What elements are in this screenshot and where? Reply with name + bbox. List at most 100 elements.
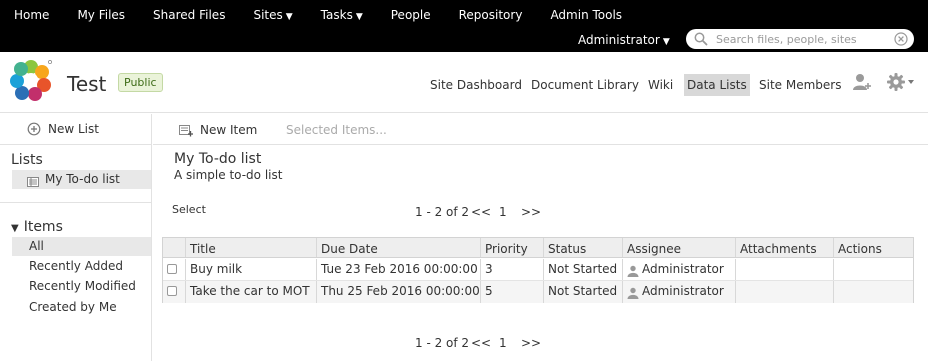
user-menu-name: Administrator — [578, 33, 660, 47]
filter-label: Recently Modified — [29, 279, 136, 293]
add-user-icon[interactable] — [852, 72, 872, 95]
alfresco-logo-icon — [9, 58, 53, 102]
chevron-down-icon: ▼ — [285, 12, 293, 22]
cell-due-date: Tue 23 Feb 2016 00:00:00 — [317, 259, 481, 280]
pager-page[interactable]: 1 — [499, 205, 507, 219]
column-header-actions: Actions — [838, 242, 882, 256]
cell-assignee: Administrator — [623, 281, 736, 303]
pager-range: 1 - 2 of 2 — [415, 205, 470, 219]
nav-repository[interactable]: Repository — [445, 0, 537, 30]
cell-attachments — [736, 259, 834, 280]
search-box — [686, 29, 914, 49]
selected-items-menu[interactable]: Selected Items... — [286, 121, 387, 139]
filter-label: Created by Me — [29, 300, 117, 314]
nav-tasks-label: Tasks — [320, 8, 353, 22]
row-checkbox[interactable] — [167, 264, 177, 274]
column-header-priority[interactable]: Priority — [481, 238, 544, 257]
site-nav-wiki[interactable]: Wiki — [648, 74, 673, 96]
pager-next[interactable]: >> — [521, 336, 541, 350]
site-visibility-badge: Public — [118, 73, 163, 92]
search-input[interactable] — [716, 31, 886, 47]
site-nav-dashboard[interactable]: Site Dashboard — [430, 74, 522, 96]
divider — [0, 202, 152, 203]
gear-icon[interactable] — [886, 72, 916, 95]
chevron-down-icon: ▼ — [662, 37, 670, 47]
table-header-row: Title Due Date Priority Status Assignee … — [163, 238, 913, 258]
items-heading[interactable]: ▼ Items — [11, 219, 63, 235]
row-select-cell — [163, 259, 186, 280]
nav-my-files[interactable]: My Files — [63, 0, 139, 30]
column-header-select — [163, 238, 186, 257]
cell-actions — [834, 259, 913, 280]
cell-priority: 5 — [481, 281, 544, 303]
new-list-label: New List — [48, 122, 99, 136]
left-panel: New List Lists My To-do list ▼ Items All … — [0, 114, 152, 361]
cell-due-date: Thu 25 Feb 2016 00:00:00 — [317, 281, 481, 303]
table-row[interactable]: Take the car to MOT Thu 25 Feb 2016 00:0… — [163, 281, 913, 303]
list-item-my-to-do-list[interactable]: My To-do list — [12, 170, 151, 189]
items-heading-label: Items — [23, 219, 63, 235]
nav-tasks[interactable]: Tasks ▼ — [307, 0, 377, 30]
clear-search-icon[interactable] — [894, 32, 908, 49]
table-row[interactable]: Buy milk Tue 23 Feb 2016 00:00:00 3 Not … — [163, 259, 913, 281]
site-nav-members[interactable]: Site Members — [759, 74, 841, 96]
column-header-attachments[interactable]: Attachments — [736, 238, 834, 257]
new-item-button[interactable]: New Item — [179, 121, 257, 139]
cell-assignee: Administrator — [623, 259, 736, 280]
list-item-label: My To-do list — [45, 172, 120, 186]
cell-title: Buy milk — [186, 259, 317, 280]
assignee-link[interactable]: Administrator — [642, 262, 724, 276]
row-select-cell — [163, 281, 186, 303]
nav-sites[interactable]: Sites ▼ — [239, 0, 306, 30]
filter-recently-modified[interactable]: Recently Modified — [12, 277, 151, 296]
divider — [0, 144, 152, 145]
nav-home[interactable]: Home — [0, 0, 63, 30]
user-icon — [627, 285, 639, 303]
triangle-down-icon: ▼ — [11, 223, 19, 234]
select-menu[interactable]: Select — [172, 203, 206, 216]
main-nav: Home My Files Shared Files Sites ▼ Tasks ▼… — [0, 0, 636, 30]
app-header: Home My Files Shared Files Sites ▼ Tasks ▼… — [0, 0, 928, 52]
nav-sites-label: Sites — [253, 8, 283, 22]
column-header-due-date[interactable]: Due Date — [317, 238, 481, 257]
nav-shared-files[interactable]: Shared Files — [139, 0, 239, 30]
cell-actions — [834, 281, 913, 303]
plus-circle-icon — [27, 122, 41, 141]
new-item-icon — [179, 124, 193, 142]
cell-priority: 3 — [481, 259, 544, 280]
assignee-link[interactable]: Administrator — [642, 284, 724, 298]
site-title[interactable]: Test — [67, 72, 106, 96]
column-header-title[interactable]: Title — [186, 238, 317, 257]
nav-admin-tools[interactable]: Admin Tools — [536, 0, 636, 30]
filter-label: All — [29, 239, 44, 253]
new-list-button[interactable]: New List — [27, 120, 99, 141]
cell-attachments — [736, 281, 834, 303]
list-title: My To-do list — [174, 151, 262, 167]
filter-label: Recently Added — [29, 259, 123, 273]
filter-recently-added[interactable]: Recently Added — [12, 257, 151, 276]
column-header-status[interactable]: Status — [544, 238, 623, 257]
list-icon — [27, 174, 39, 193]
cell-status: Not Started — [544, 259, 623, 280]
site-header: Test Public Site Dashboard Document Libr… — [0, 52, 928, 113]
cell-status: Not Started — [544, 281, 623, 303]
cell-title: Take the car to MOT — [186, 281, 317, 303]
pager-prev[interactable]: << — [471, 336, 491, 350]
pager-next[interactable]: >> — [521, 205, 541, 219]
column-header-assignee[interactable]: Assignee — [623, 238, 736, 257]
lists-heading: Lists — [11, 152, 43, 168]
site-nav-document-library[interactable]: Document Library — [531, 74, 639, 96]
site-nav-data-lists[interactable]: Data Lists — [684, 74, 750, 96]
new-item-label: New Item — [200, 123, 258, 137]
pager-page[interactable]: 1 — [499, 336, 507, 350]
filter-all[interactable]: All — [12, 237, 151, 256]
user-icon — [627, 263, 639, 280]
pager-prev[interactable]: << — [471, 205, 491, 219]
search-icon — [694, 32, 708, 49]
user-menu[interactable]: Administrator ▼ — [578, 30, 670, 52]
filter-created-by-me[interactable]: Created by Me — [12, 298, 151, 317]
row-checkbox[interactable] — [167, 286, 177, 296]
pager-range: 1 - 2 of 2 — [415, 336, 470, 350]
list-toolbar: New Item Selected Items... — [153, 114, 928, 145]
nav-people[interactable]: People — [377, 0, 445, 30]
